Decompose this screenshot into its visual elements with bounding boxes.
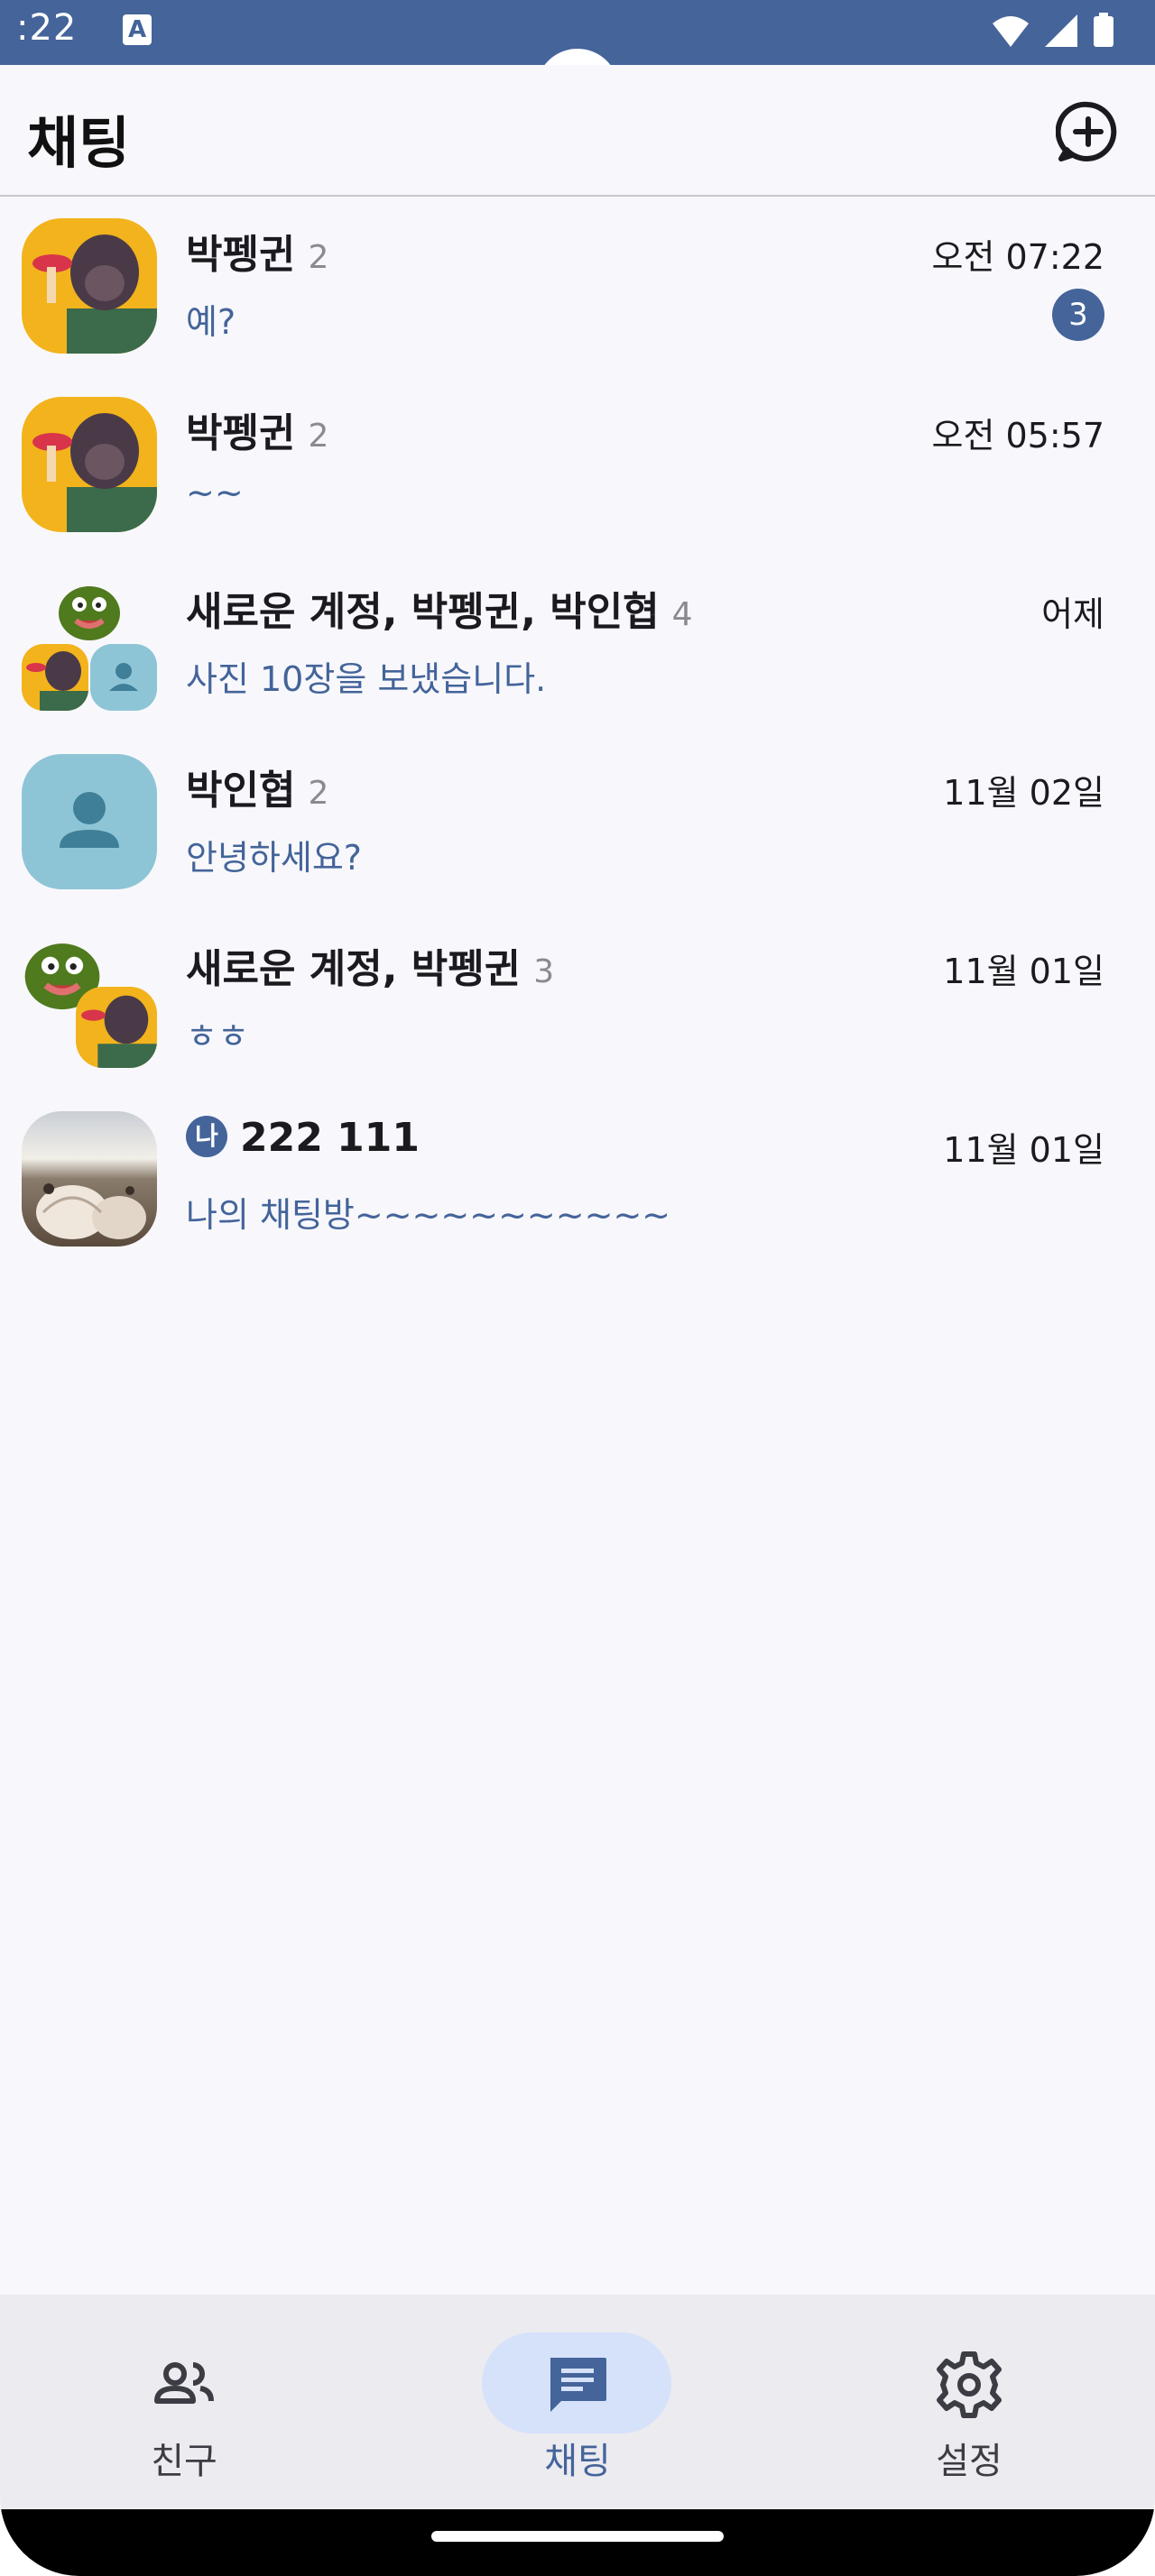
- chat-time: 오전 07:22: [931, 237, 1104, 277]
- battery-icon: [1094, 13, 1113, 47]
- chat-row[interactable]: 새로운 계정, 박펭귄, 박인협 4 어제 사진 10장을 보냈습니다.: [0, 554, 1155, 732]
- notification-a-icon: A: [123, 14, 152, 45]
- nav-settings[interactable]: 설정: [834, 2313, 1104, 2493]
- me-badge: 나: [186, 1116, 227, 1157]
- group-avatar: [22, 575, 157, 711]
- chat-bubble-icon: [550, 2358, 606, 2412]
- avatar-default: [90, 644, 157, 711]
- chat-name: 새로운 계정, 박펭귄 3: [186, 946, 555, 992]
- signal-icon: [1045, 14, 1077, 47]
- wifi-icon: [993, 16, 1029, 47]
- avatar-default: [22, 754, 157, 889]
- chat-row[interactable]: 새로운 계정, 박펭귄 3 11월 01일 ㅎㅎ: [0, 911, 1155, 1090]
- member-count: 2: [308, 239, 329, 276]
- person-icon: [60, 792, 119, 848]
- chat-row[interactable]: 박펭귄 2 오전 05:57 ~~: [0, 375, 1155, 554]
- nav-label-chats: 채팅: [544, 2441, 611, 2482]
- member-count: 3: [533, 953, 555, 990]
- chat-preview: ㅎㅎ: [186, 1017, 249, 1056]
- gesture-bar: [0, 2509, 1155, 2576]
- status-time: :22: [16, 7, 78, 49]
- people-icon: [154, 2362, 214, 2404]
- page-title: 채팅: [27, 110, 131, 176]
- avatar-chimp: [76, 987, 157, 1068]
- nav-friends[interactable]: 친구: [49, 2313, 319, 2493]
- member-count: 4: [671, 596, 693, 633]
- chat-time: 11월 01일: [943, 952, 1104, 991]
- chat-name: 나 222 111: [186, 1115, 420, 1161]
- chat-list: 박펭귄 2 오전 07:22 예? 3 박펭귄 2 오전 05:57 ~~ 새로…: [0, 197, 1155, 1268]
- unread-badge: 3: [1052, 289, 1104, 341]
- chat-time: 어제: [1041, 594, 1104, 634]
- chat-preview: 안녕하세요?: [186, 838, 362, 878]
- chat-preview: 나의 채팅방~~~~~~~~~~~: [186, 1195, 671, 1235]
- bottom-navigation: 친구 채팅 설정: [0, 2295, 1155, 2509]
- chat-name: 박펭귄 2: [186, 410, 329, 456]
- group-avatar: [22, 933, 157, 1068]
- chat-name: 박인협 2: [186, 768, 329, 814]
- chat-row[interactable]: 박펭귄 2 오전 07:22 예? 3: [0, 197, 1155, 375]
- chat-plus-icon: [1055, 101, 1117, 161]
- chat-row[interactable]: 박인협 2 11월 02일 안녕하세요?: [0, 732, 1155, 911]
- app-bar: 채팅: [0, 65, 1155, 197]
- chat-preview: ~~: [186, 473, 244, 512]
- avatar-chimp: [22, 644, 88, 711]
- avatar-chimp: [22, 218, 157, 354]
- chat-row[interactable]: 나 222 111 11월 01일 나의 채팅방~~~~~~~~~~~: [0, 1090, 1155, 1268]
- member-count: 2: [308, 418, 329, 455]
- nav-label-friends: 친구: [151, 2441, 217, 2482]
- chat-preview: 사진 10장을 보냈습니다.: [186, 659, 547, 699]
- home-handle[interactable]: [431, 2531, 724, 2542]
- avatar-chimp: [22, 397, 157, 532]
- chat-preview: 예?: [186, 302, 236, 342]
- new-chat-button[interactable]: [1055, 99, 1121, 164]
- chat-time: 11월 02일: [943, 773, 1104, 813]
- member-count: 2: [308, 775, 329, 812]
- chat-time: 11월 01일: [943, 1130, 1104, 1170]
- phone-screen: :22 A 채팅 박펭귄 2 오전 07:22 예? 3 박펭귄 2 오전 05…: [0, 0, 1155, 2576]
- gear-icon: [937, 2351, 1002, 2418]
- nav-chats[interactable]: 채팅: [406, 2313, 749, 2493]
- nav-label-settings: 설정: [936, 2441, 1003, 2482]
- status-icons: [991, 13, 1115, 49]
- avatar-monster: [56, 577, 123, 644]
- chat-time: 오전 05:57: [931, 416, 1104, 455]
- avatar-seashells: [22, 1111, 157, 1247]
- chat-name: 새로운 계정, 박펭귄, 박인협 4: [186, 589, 693, 635]
- chat-name: 박펭귄 2: [186, 232, 329, 278]
